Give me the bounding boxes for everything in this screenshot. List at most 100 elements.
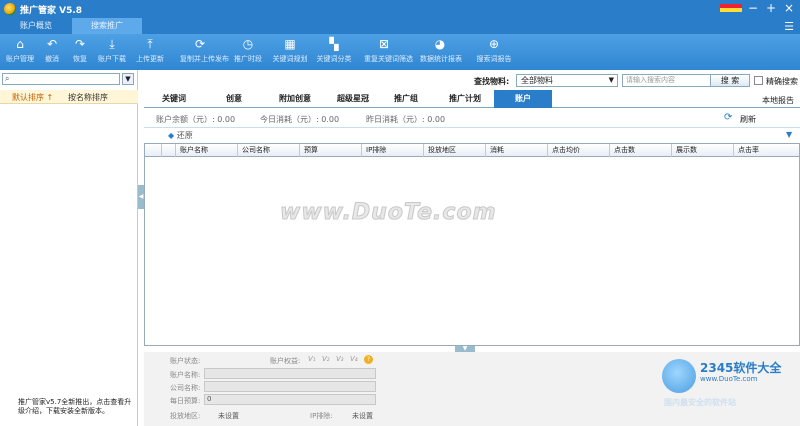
data-report-button[interactable]: ◕ 数据统计报表 [420, 37, 462, 64]
grid-icon: ▚ [329, 37, 339, 51]
tab-super-star[interactable]: 超级星冠 [330, 90, 376, 108]
col-clicks[interactable]: 点击数 [609, 144, 671, 157]
col-budget[interactable]: 预算 [299, 144, 361, 157]
tab-extra-creative[interactable]: 附加创意 [270, 90, 320, 108]
account-name-label: 账户名称: [170, 371, 201, 379]
brand-url: www.DuoTe.com [700, 375, 758, 383]
account-rights-label: 账户权益: [270, 357, 301, 365]
app-title: 推广管家 V5.8 [20, 6, 83, 16]
company-name-label: 公司名称: [170, 384, 201, 392]
title-bar: 推广管家 V5.8 − + × [0, 0, 800, 18]
help-icon[interactable]: ? [364, 355, 373, 364]
close-icon[interactable]: × [782, 1, 796, 15]
ip-exclude-value: 未设置 [352, 412, 373, 420]
keyword-plan-button[interactable]: ▦ 关键词规划 [270, 37, 310, 64]
find-label: 查找物料: [474, 77, 510, 86]
daily-budget-label: 每日预算: [170, 397, 201, 405]
maximize-icon[interactable]: + [764, 1, 778, 15]
rights-badge-v3: V₃ [336, 355, 344, 363]
chevron-down-icon: ▼ [608, 76, 614, 84]
sort-default[interactable]: 默认排序 ↑ [12, 92, 53, 103]
company-name-field [204, 381, 376, 392]
download-icon: ⤓ [109, 37, 115, 51]
col-account-name[interactable]: 账户名称 [175, 144, 237, 157]
account-download-button[interactable]: ⤓ 账户下载 [92, 37, 132, 64]
clock-icon: ◷ [242, 37, 254, 51]
refresh-button[interactable]: 刷新 [740, 114, 756, 125]
watermark: www.DuoTe.com [280, 200, 497, 226]
brand-watermark: 2345软件大全 www.DuoTe.com 国内最安全的软件站 [656, 355, 800, 415]
account-tree-pane: ⌕ ▼ 默认排序 ↑ 按名称排序 推广管家v5.7全新推出，点击查看升级介绍，下… [0, 70, 138, 426]
tab-account[interactable]: 账户 [494, 90, 552, 108]
grid-header: 账户名称 公司名称 预算 IP排除 投放地区 消耗 点击均价 点击数 展示数 点… [145, 144, 799, 157]
notification-flag-icon[interactable] [720, 4, 742, 12]
app-logo-icon [4, 3, 16, 15]
keyword-classify-button[interactable]: ▚ 关键词分类 [314, 37, 354, 64]
sort-bar: 默认排序 ↑ 按名称排序 [0, 90, 138, 104]
undo-icon: ↶ [46, 37, 58, 51]
col-region[interactable]: 投放地区 [423, 144, 485, 157]
restore-button[interactable]: ◆ 还原 [168, 130, 193, 141]
redo-icon: ↷ [74, 37, 86, 51]
search-icon: ⌕ [5, 74, 10, 83]
account-grid: 账户名称 公司名称 预算 IP排除 投放地区 消耗 点击均价 点击数 展示数 点… [144, 143, 800, 346]
copy-upload-button[interactable]: ⟳ 复制并上传发布 [180, 37, 229, 64]
region-label: 投放地区: [170, 412, 201, 420]
diamond-icon: ◆ [168, 131, 175, 140]
upload-update-button[interactable]: ⤒ 上传更新 [130, 37, 170, 64]
upgrade-notice[interactable]: 推广管家v5.7全新推出，点击查看升级介绍，下载安装全新版本。 [18, 398, 136, 416]
toolbar: ⌂ 账户管理 ↶ 撤消 ↷ 恢复 ⤓ 账户下载 ⤒ 上传更新 ⟳ 复制并上传发布 ◷ 推广时段… [0, 34, 800, 70]
refresh-icon[interactable]: ⟳ [724, 112, 732, 123]
tab-search-promotion[interactable]: 搜索推广 [72, 18, 142, 34]
tab-creative[interactable]: 创意 [214, 90, 254, 108]
tab-keywords[interactable]: 关键词 [154, 90, 194, 108]
tab-account-overview[interactable]: 账户概览 [0, 18, 72, 34]
tree-search-dropdown[interactable]: ▼ [122, 73, 134, 85]
brand-slogan: 国内最安全的软件站 [664, 398, 736, 407]
exact-search-checkbox[interactable] [754, 76, 763, 85]
today-cost: 今日消耗（元）: 0.00 [260, 115, 340, 124]
account-balance: 账户余额（元）: 0.00 [156, 115, 236, 124]
duplicate-keyword-button[interactable]: ⊠ 重复关键词筛选 [364, 37, 413, 64]
tree-search-input[interactable]: ⌕ [2, 73, 120, 85]
search-button[interactable]: 搜 索 [710, 74, 750, 87]
upload-icon: ⤒ [147, 37, 153, 51]
col-avg-cpc[interactable]: 点击均价 [547, 144, 609, 157]
grid-header-blank [145, 144, 161, 157]
col-impressions[interactable]: 展示数 [671, 144, 733, 157]
col-company-name[interactable]: 公司名称 [237, 144, 299, 157]
material-select[interactable]: 全部物料 ▼ [516, 74, 618, 87]
find-bar: 查找物料: 全部物料 ▼ 请输入搜索内容 搜 索 精确搜索 [144, 72, 800, 90]
filter-icon: ⊠ [378, 37, 390, 51]
minimize-icon[interactable]: − [746, 1, 760, 15]
account-stats: 账户余额（元）: 0.00 今日消耗（元）: 0.00 昨日消耗（元）: 0.0… [144, 110, 800, 128]
tab-campaign[interactable]: 推广计划 [440, 90, 490, 108]
menu-icon[interactable]: ☰ [784, 20, 794, 33]
promotion-time-button[interactable]: ◷ 推广时段 [228, 37, 268, 64]
tab-ad-group[interactable]: 推广组 [384, 90, 428, 108]
chart-icon: ▦ [284, 37, 296, 51]
local-report-link[interactable]: 本地报告 [762, 95, 794, 106]
rights-badge-v2: V₂ [322, 355, 330, 363]
mascot-icon [662, 359, 696, 393]
main-tabs: 账户概览 搜索推广 ☰ [0, 18, 800, 34]
search-report-icon: ⊕ [488, 37, 500, 51]
brand-name: 2345软件大全 [700, 361, 782, 375]
grid-header-check[interactable] [161, 144, 175, 157]
columns-dropdown-icon[interactable]: ▼ [786, 130, 792, 139]
refresh-icon: ⟳ [194, 37, 206, 51]
exact-search-label: 精确搜索 [766, 77, 798, 86]
col-ctr[interactable]: 点击率 [733, 144, 799, 157]
sort-by-name[interactable]: 按名称排序 [68, 92, 108, 103]
entity-tabs: 关键词 创意 附加创意 超级星冠 推广组 推广计划 账户 本地报告 [144, 90, 800, 108]
rights-badge-v4: V₄ [350, 355, 358, 363]
home-icon: ⌂ [16, 37, 24, 51]
col-cost[interactable]: 消耗 [485, 144, 547, 157]
col-ip-exclude[interactable]: IP排除 [361, 144, 423, 157]
rights-badge-v1: V₁ [308, 355, 316, 363]
account-name-field [204, 368, 376, 379]
ip-exclude-label: IP排除: [310, 412, 333, 420]
search-term-report-button[interactable]: ⊕ 搜索词报告 [474, 37, 514, 64]
daily-budget-field: 0 [204, 394, 376, 405]
window-controls: − + × [720, 1, 796, 15]
